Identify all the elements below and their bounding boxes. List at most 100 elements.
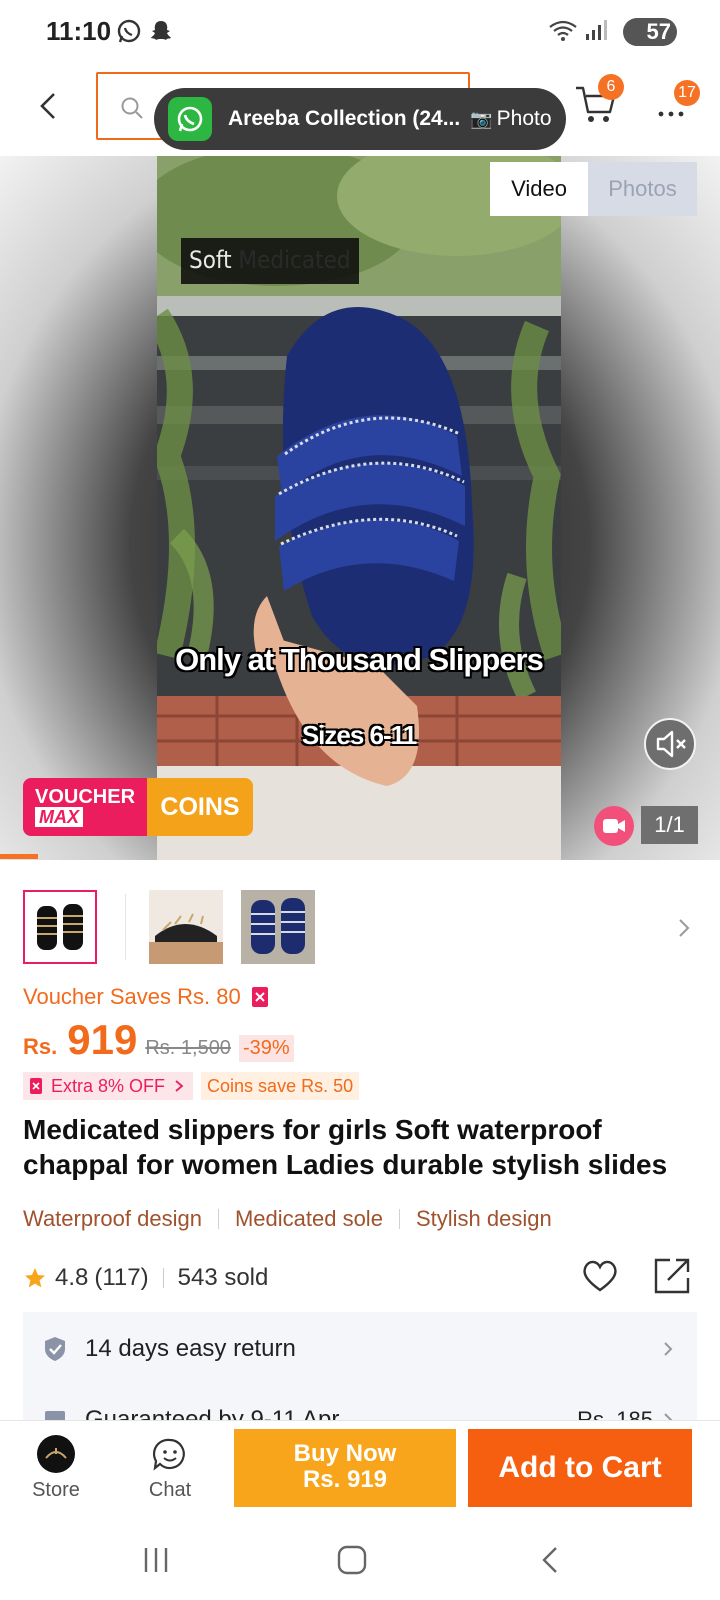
recent-apps-icon: [144, 1548, 168, 1572]
toast-title: Areeba Collection (24...: [228, 107, 461, 130]
caption-medicated: Medicated: [238, 246, 351, 274]
more-button[interactable]: 17: [656, 80, 700, 122]
system-back-button[interactable]: [536, 1544, 568, 1581]
voucher-max-coins-banner[interactable]: VOUCHER MAX COINS: [23, 778, 253, 836]
sold-count: 543 sold: [177, 1264, 269, 1291]
video-camera-icon: [603, 819, 625, 833]
store-logo-icon: [37, 1435, 75, 1473]
media-counter: 1/1: [641, 806, 698, 844]
product-title: Medicated slippers for girls Soft waterp…: [23, 1114, 668, 1180]
toast-photo-label: 📷 Photo: [470, 107, 551, 131]
battery-level: 57: [646, 19, 671, 44]
whatsapp-notification-toast[interactable]: Areeba Collection (24... 📷 Photo: [154, 88, 566, 150]
price-row: Rs. 919 Rs. 1,500 -39%: [23, 1016, 294, 1066]
feature-waterproof: Waterproof design: [23, 1206, 202, 1231]
camera-emoji-icon: 📷: [470, 108, 493, 129]
chevron-right-icon: [664, 1413, 673, 1420]
caption-soft: Soft: [189, 246, 232, 274]
wifi-icon: [548, 18, 578, 49]
search-icon: [120, 96, 144, 125]
speaker-muted-icon: [656, 730, 686, 758]
whatsapp-icon: [168, 97, 212, 141]
buy-now-label: Buy Now: [293, 1440, 397, 1467]
chevron-left-icon: [40, 93, 55, 119]
voucher-saves-text: Voucher Saves Rs. 80: [23, 984, 241, 1009]
system-nav-bar: [0, 1520, 720, 1600]
thumbnail-strip: [0, 890, 720, 972]
chevron-right-icon: [664, 1342, 673, 1356]
rating-divider: [162, 1268, 164, 1288]
rating-value[interactable]: 4.8: [55, 1264, 88, 1292]
voucher-text: VOUCHER: [35, 786, 136, 808]
video-caption-main: Only at Thousand Slippers: [175, 642, 544, 677]
chat-button[interactable]: Chat: [130, 1435, 210, 1502]
tab-photos[interactable]: Photos: [588, 162, 697, 216]
delivery-row[interactable]: Guaranteed by 9-11 Apr Rs. 185: [23, 1400, 697, 1420]
star-icon: [25, 1268, 45, 1288]
video-camera-button[interactable]: [594, 806, 634, 846]
product-video[interactable]: Soft Medicated Only at Thousand Slippers…: [157, 156, 561, 860]
whatsapp-status-icon: [116, 18, 142, 49]
extra-off-promo[interactable]: Extra 8% OFF: [23, 1072, 194, 1100]
media-tabs: Video Photos: [490, 162, 697, 216]
store-label: Store: [32, 1479, 80, 1501]
cart-button[interactable]: 6: [574, 74, 624, 126]
status-bar: 11:10 57: [0, 0, 720, 64]
wishlist-button[interactable]: [580, 1256, 620, 1301]
promo-row: Extra 8% OFF Coins save Rs. 50: [23, 1072, 360, 1100]
voucher-tag-icon: [30, 1078, 42, 1094]
product-features: Waterproof design Medicated sole Stylish…: [23, 1206, 552, 1232]
delivery-text: Guaranteed by 9-11 Apr: [85, 1406, 340, 1420]
buy-now-price: Rs. 919: [302, 1466, 388, 1493]
thumbnail-3-image: [241, 890, 315, 964]
video-caption-top: Soft Medicated: [189, 246, 351, 274]
feature-divider: [398, 1209, 400, 1229]
store-button[interactable]: Store: [16, 1435, 96, 1502]
thumbnail-1[interactable]: [23, 890, 97, 964]
voucher-tag-icon: [251, 987, 268, 1007]
toast-photo-text: Photo: [496, 107, 552, 130]
coins-label: COINS: [147, 778, 253, 836]
thumbnail-divider: [125, 894, 126, 960]
tab-video[interactable]: Video: [490, 162, 588, 216]
home-icon: [337, 1545, 367, 1575]
back-button[interactable]: [30, 86, 70, 126]
coins-save-promo: Coins save Rs. 50: [201, 1072, 360, 1100]
product-media: Soft Medicated Only at Thousand Slippers…: [0, 156, 720, 860]
extra-off-text: Extra 8% OFF: [51, 1076, 166, 1096]
max-text: MAX: [35, 807, 83, 827]
voucher-max-label: VOUCHER MAX: [23, 778, 147, 836]
recent-apps-button[interactable]: [140, 1544, 172, 1581]
mute-button[interactable]: [644, 718, 696, 770]
voucher-saves[interactable]: Voucher Saves Rs. 80: [23, 984, 269, 1010]
status-time: 11:10: [46, 16, 112, 46]
easy-return-text: 14 days easy return: [85, 1335, 296, 1362]
signal-icon: [584, 18, 608, 49]
feature-divider: [217, 1209, 219, 1229]
video-caption-sizes: Sizes 6-11: [301, 720, 417, 750]
delivery-truck-icon: [45, 1411, 65, 1420]
thumbnail-3[interactable]: [241, 890, 315, 964]
share-button[interactable]: [652, 1256, 692, 1301]
easy-return-row[interactable]: 14 days easy return: [23, 1312, 697, 1386]
price-currency: Rs.: [23, 1034, 58, 1059]
home-button[interactable]: [336, 1544, 368, 1581]
thumbnail-2[interactable]: [149, 890, 223, 964]
add-to-cart-button[interactable]: Add to Cart: [468, 1429, 692, 1507]
buy-now-button[interactable]: Buy Now Rs. 919: [234, 1429, 456, 1507]
shield-check-icon: [45, 1337, 65, 1361]
chevron-right-icon: [175, 1080, 184, 1092]
thumbnail-2-image: [149, 890, 223, 964]
snapchat-status-icon: [148, 18, 174, 49]
discount-badge: -39%: [238, 1035, 294, 1062]
current-price: 919: [67, 1016, 138, 1063]
original-price: Rs. 1,500: [145, 1037, 231, 1059]
thumbnail-1-image: [25, 892, 95, 962]
chat-icon: [152, 1438, 185, 1471]
chevron-right-icon[interactable]: [676, 916, 692, 945]
battery-indicator: 57: [623, 18, 677, 46]
cart-badge: 6: [598, 74, 624, 100]
review-count[interactable]: (117): [94, 1264, 148, 1292]
feature-medicated-sole: Medicated sole: [234, 1206, 383, 1231]
service-card: 14 days easy return Guaranteed by 9-11 A…: [23, 1312, 697, 1420]
